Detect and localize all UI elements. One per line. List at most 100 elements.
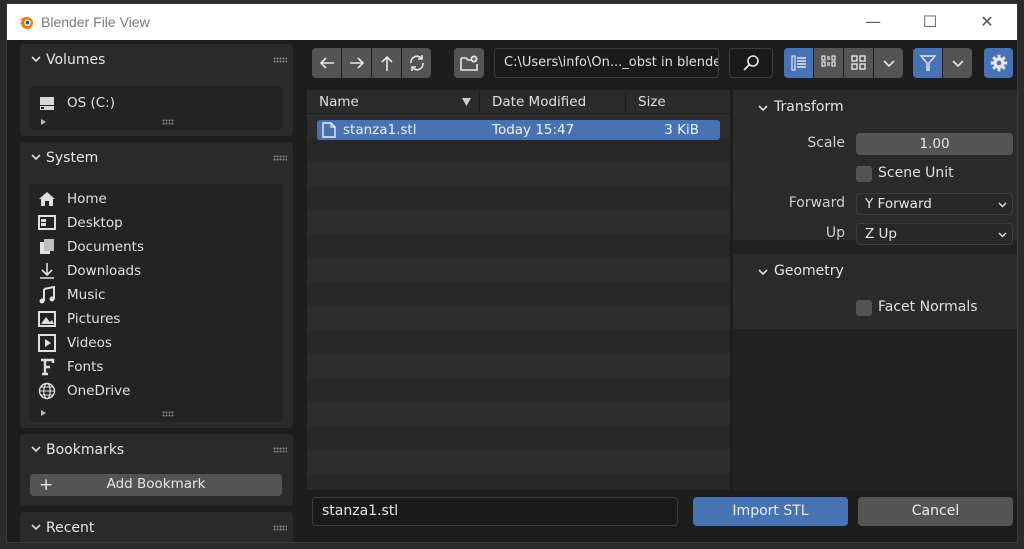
options-toggle-button[interactable] [984,48,1013,78]
sidebar-item-label: Music [67,287,106,303]
chevron-down-icon [882,60,895,68]
import-stl-button[interactable]: Import STL [693,497,848,526]
drag-handle-icon[interactable] [273,447,287,453]
search-icon [743,55,759,71]
up-axis-dropdown[interactable]: Z Up [856,223,1013,245]
recent-panel-header[interactable]: Recent [20,512,293,542]
drag-handle-icon[interactable] [273,525,287,531]
resize-grip-icon[interactable] [162,411,174,417]
file-row[interactable]: stanza1.stl Today 15:47 3 KiB [317,120,720,140]
search-filter-button[interactable] [729,48,773,78]
volumes-panel-header[interactable]: Volumes [20,44,293,76]
directory-path-field[interactable]: C:\Users\info\On..._obst in blender\ [494,48,719,78]
file-icon [322,122,336,138]
pictures-icon [38,311,56,327]
column-divider [625,92,626,112]
filter-settings-dropdown[interactable] [943,48,972,78]
documents-icon [40,239,54,254]
up-axis-value: Z Up [865,226,897,242]
parent-directory-button[interactable] [372,48,401,78]
facet-normals-checkbox[interactable] [856,300,872,316]
globe-icon [38,382,56,400]
add-bookmark-label: Add Bookmark [106,476,206,492]
chevron-down-icon [998,232,1007,238]
arrow-right-icon [349,57,364,69]
bookmarks-panel-title: Bookmarks [46,442,125,458]
sidebar-item-documents[interactable]: Documents [38,236,274,258]
add-bookmark-button[interactable]: + Add Bookmark [30,474,282,496]
forward-label: Forward [788,195,845,211]
sidebar-item-label: Downloads [67,263,142,279]
file-name: stanza1.stl [343,122,417,138]
sidebar-item-os-c[interactable]: OS (C:) [38,92,274,114]
scale-label: Scale [807,135,845,151]
close-button[interactable]: ✕ [964,4,1010,40]
sidebar-item-onedrive[interactable]: OneDrive [38,380,274,402]
sidebar-item-videos[interactable]: Videos [38,332,274,354]
sidebar-item-label: Desktop [67,215,123,231]
sidebar-item-label: Documents [67,239,144,255]
sidebar-item-home[interactable]: Home [38,188,274,210]
thumbnails-icon [850,55,866,70]
filename-field[interactable]: stanza1.stl [312,497,678,526]
column-header-name[interactable]: Name [319,94,359,110]
drag-handle-icon[interactable] [273,57,287,63]
expand-triangle-icon[interactable] [41,119,46,125]
sidebar-item-pictures[interactable]: Pictures [38,308,274,330]
chevron-down-icon [951,60,964,68]
display-settings-dropdown[interactable] [874,48,903,78]
drive-icon [40,97,54,110]
file-size: 3 KiB [664,122,699,138]
geometry-section-title[interactable]: Geometry [774,263,844,279]
recent-panel: Recent [20,512,293,542]
sidebar-item-desktop[interactable]: Desktop [38,212,274,234]
filter-toggle-button[interactable] [913,48,942,78]
system-panel-title: System [46,150,99,166]
system-panel-header[interactable]: System [20,142,293,174]
sidebar: Volumes OS (C:) System Home Desktop Docu… [7,40,299,542]
new-folder-button[interactable] [454,48,484,78]
chevron-down-icon [31,524,41,531]
blender-logo-icon [18,17,33,29]
filter-funnel-icon [918,55,937,71]
forward-button[interactable] [342,48,371,78]
sidebar-item-label: Pictures [67,311,121,327]
display-horizontal-list-button[interactable] [814,48,843,78]
file-browser-toolbar: C:\Users\info\On..._obst in blender\ [307,48,1013,84]
operator-options-panel: Transform Scale 1.00 Scene Unit Forward … [733,90,1017,490]
forward-axis-value: Y Forward [865,196,932,212]
chevron-down-icon[interactable] [757,266,769,278]
area-divider[interactable] [730,90,732,490]
scale-field[interactable]: 1.00 [856,133,1013,155]
display-vertical-list-button[interactable] [784,48,813,78]
chevron-down-icon[interactable] [757,102,769,114]
back-button[interactable] [312,48,341,78]
arrow-up-icon [380,55,393,71]
column-header-size[interactable]: Size [638,94,666,110]
minimize-button[interactable]: — [850,4,896,40]
sidebar-item-downloads[interactable]: Downloads [38,260,274,282]
sidebar-item-label: Home [67,191,107,207]
forward-axis-dropdown[interactable]: Y Forward [856,193,1013,215]
expand-triangle-icon[interactable] [41,410,46,416]
cancel-button[interactable]: Cancel [858,497,1013,526]
drag-handle-icon[interactable] [273,155,287,161]
file-list-header: Name Date Modified Size [307,90,730,114]
title-bar: Blender File View — ☐ ✕ [7,4,1017,40]
file-list: Name Date Modified Size stanza1.stl Toda… [307,90,730,490]
maximize-button[interactable]: ☐ [907,4,953,40]
desktop-icon [38,215,56,230]
scene-unit-checkbox[interactable] [856,166,872,182]
bookmarks-panel: Bookmarks + Add Bookmark [20,434,293,506]
transform-section-title[interactable]: Transform [774,99,844,115]
refresh-button[interactable] [402,48,431,78]
display-thumbnails-button[interactable] [844,48,873,78]
volumes-panel-title: Volumes [46,52,106,68]
sidebar-item-fonts[interactable]: Fonts [38,356,274,378]
bookmarks-panel-header[interactable]: Bookmarks [20,434,293,466]
column-header-date-modified[interactable]: Date Modified [492,94,586,110]
sort-descending-icon[interactable] [462,98,471,106]
resize-grip-icon[interactable] [162,119,174,125]
sidebar-item-music[interactable]: Music [38,284,274,306]
sidebar-item-label: OneDrive [67,383,131,399]
